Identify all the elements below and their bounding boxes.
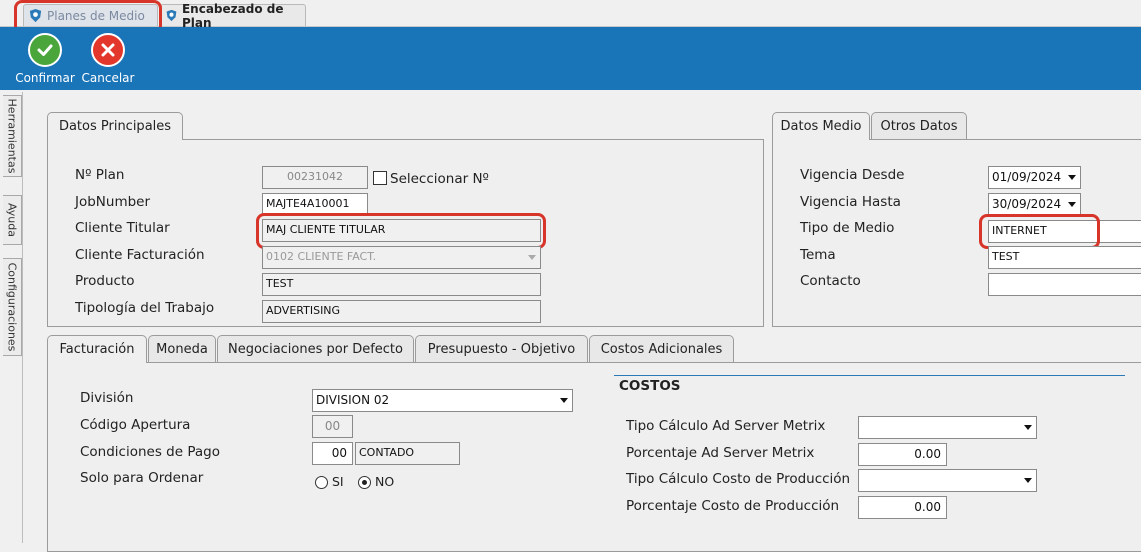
condiciones-pago-label: Condiciones de Pago (80, 444, 220, 460)
tab-label: Planes de Medio (47, 8, 145, 23)
solo-ordenar-label: Solo para Ordenar (80, 470, 204, 486)
cliente-facturacion-value: 0102 CLIENTE FACT. (266, 250, 377, 263)
side-divider (22, 92, 23, 543)
tab-otros-datos[interactable]: Otros Datos (871, 112, 967, 139)
vigencia-desde-label: Vigencia Desde (800, 167, 905, 183)
document-tab-bar: Planes de Medio Encabezado de Plan (0, 0, 1141, 30)
tipo-medio-field[interactable]: INTERNET (988, 220, 1141, 243)
si-label: SI (332, 474, 344, 489)
side-tab-herramientas[interactable]: Herramientas (3, 95, 22, 177)
tema-label: Tema (800, 247, 836, 263)
confirm-button[interactable]: Confirmar (15, 31, 75, 87)
plan-number-label: Nº Plan (75, 167, 125, 183)
tab-encabezado-de-plan[interactable]: Encabezado de Plan (160, 2, 306, 30)
producto-field[interactable]: TEST (262, 273, 541, 296)
tema-field[interactable]: TEST (988, 246, 1141, 269)
plan-number-field[interactable]: 00231042 (262, 166, 368, 189)
contacto-label: Contacto (800, 273, 861, 289)
tab-costos-adicionales[interactable]: Costos Adicionales (589, 335, 734, 362)
side-tab-configuraciones[interactable]: Configuraciones (3, 258, 22, 356)
cliente-titular-label: Cliente Titular (75, 220, 170, 236)
tab-facturacion[interactable]: Facturación (47, 335, 147, 363)
check-icon (28, 33, 62, 67)
tab-planes-de-medio[interactable]: Planes de Medio (23, 4, 158, 26)
tab-label: Encabezado de Plan (181, 1, 284, 30)
tab-datos-medio[interactable]: Datos Medio (772, 112, 870, 140)
tab-presupuesto-objetivo[interactable]: Presupuesto - Objetivo (415, 335, 588, 362)
tab-datos-principales[interactable]: Datos Principales (47, 112, 183, 140)
ribbon-toolbar: Confirmar Cancelar (0, 27, 1141, 90)
porcentaje-ad-server-label: Porcentaje Ad Server Metrix (626, 445, 815, 461)
porcentaje-ad-server-field[interactable]: 0.00 (858, 443, 947, 466)
cliente-facturacion-label: Cliente Facturación (75, 247, 205, 263)
chevron-down-icon (1068, 175, 1076, 180)
confirm-label: Confirmar (15, 71, 75, 85)
app-shield-icon (29, 8, 42, 23)
chevron-down-icon (1024, 425, 1032, 430)
cancel-label: Cancelar (81, 71, 135, 85)
tipologia-field[interactable]: ADVERTISING (262, 300, 541, 323)
side-tab-ayuda[interactable]: Ayuda (3, 195, 22, 245)
tipologia-label: Tipología del Trabajo (75, 300, 215, 316)
solo-ordenar-no-radio[interactable] (358, 476, 371, 489)
tipo-costo-produccion-label: Tipo Cálculo Costo de Producción (626, 471, 851, 487)
costos-title: COSTOS (619, 378, 681, 394)
cliente-titular-field[interactable]: MAJ CLIENTE TITULAR (262, 219, 541, 242)
tab-negociaciones[interactable]: Negociaciones por Defecto (217, 335, 414, 362)
tab-moneda[interactable]: Moneda (148, 335, 216, 362)
no-label: NO (375, 474, 395, 489)
division-select[interactable]: DIVISION 02 (312, 389, 573, 412)
app-shield-icon (166, 9, 177, 22)
tipo-costo-produccion-select[interactable] (858, 469, 1037, 492)
chevron-down-icon (560, 398, 568, 403)
jobnumber-label: JobNumber (75, 194, 151, 210)
costos-divider (614, 375, 1125, 376)
close-icon (91, 33, 125, 67)
chevron-down-icon (528, 255, 536, 260)
tipo-ad-server-label: Tipo Cálculo Ad Server Metrix (626, 418, 826, 434)
contacto-field[interactable] (988, 273, 1141, 296)
solo-ordenar-si-radio[interactable] (315, 476, 328, 489)
producto-label: Producto (75, 273, 135, 289)
vigencia-desde-date[interactable]: 01/09/2024 (988, 166, 1081, 189)
codigo-apertura-label: Código Apertura (80, 417, 191, 433)
porcentaje-costo-produccion-label: Porcentaje Costo de Producción (626, 498, 840, 514)
condiciones-pago-desc[interactable]: CONTADO (355, 442, 460, 465)
tipo-ad-server-select[interactable] (858, 416, 1037, 439)
division-label: División (80, 390, 134, 406)
chevron-down-icon (1068, 202, 1076, 207)
vigencia-hasta-label: Vigencia Hasta (800, 194, 901, 210)
condiciones-pago-code[interactable]: 00 (312, 442, 353, 465)
select-number-checkbox[interactable] (373, 171, 387, 185)
porcentaje-costo-produccion-field[interactable]: 0.00 (858, 496, 947, 519)
codigo-apertura-field[interactable]: 00 (312, 415, 353, 438)
cancel-button[interactable]: Cancelar (78, 31, 138, 87)
chevron-down-icon (1024, 478, 1032, 483)
tipo-medio-label: Tipo de Medio (800, 220, 895, 236)
select-number-label: Seleccionar Nº (390, 171, 489, 187)
cliente-facturacion-select[interactable]: 0102 CLIENTE FACT. (262, 246, 541, 269)
jobnumber-field[interactable]: MAJTE4A10001 (262, 193, 368, 216)
vigencia-hasta-date[interactable]: 30/09/2024 (988, 193, 1081, 216)
